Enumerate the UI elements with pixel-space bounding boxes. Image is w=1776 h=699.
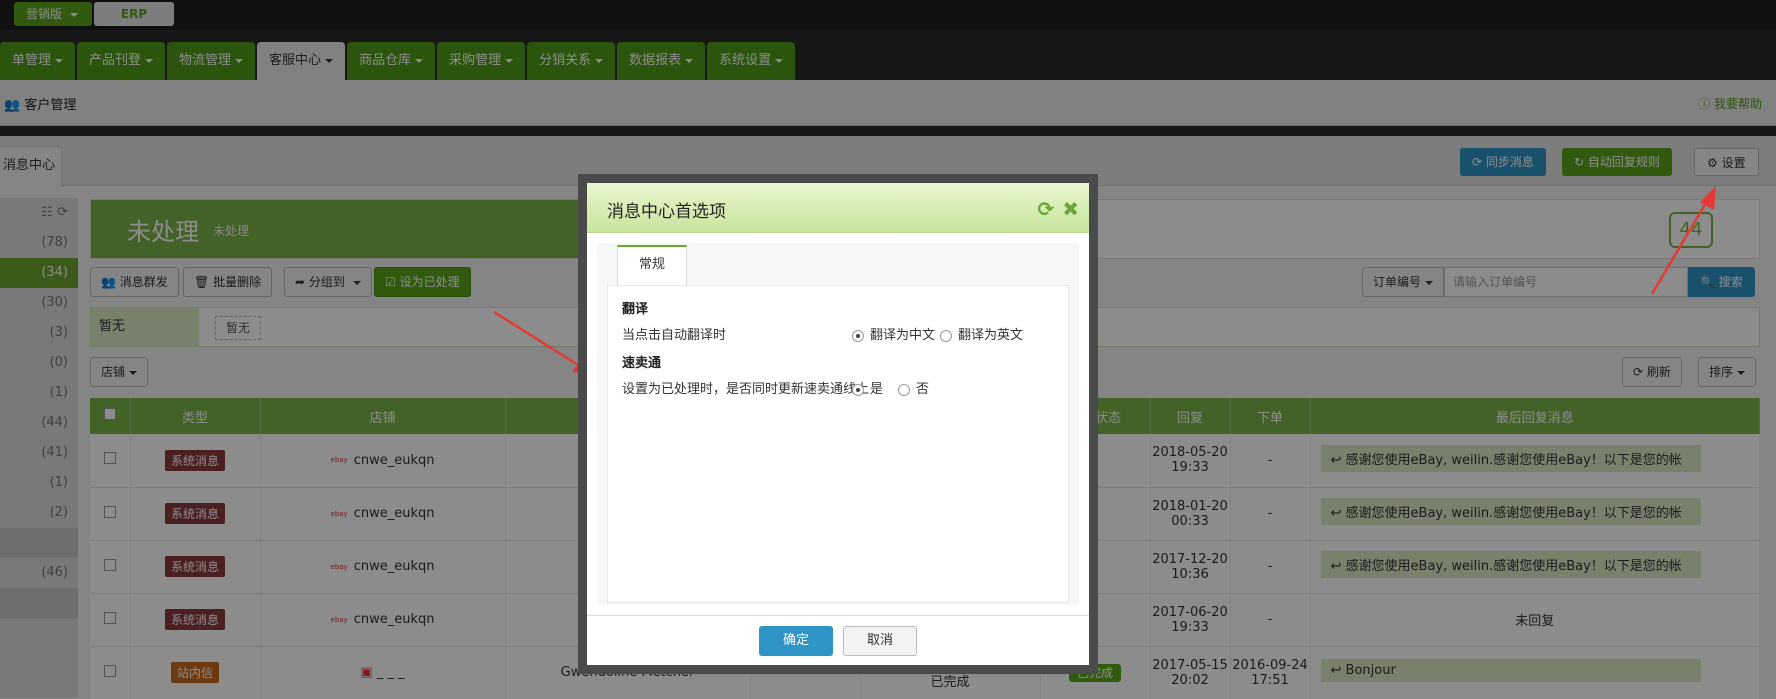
radio-yes[interactable] [852, 383, 864, 396]
dialog-controls: ⟳ ✖ [1029, 197, 1079, 221]
option-no[interactable]: 否 [898, 378, 929, 397]
dialog-body: 常规 翻译 当点击自动翻译时 翻译为中文 翻译为英文 速卖通 设置为已处理时，是… [597, 243, 1079, 605]
cancel-button[interactable]: 取消 [843, 626, 917, 656]
dialog-title: 消息中心首选项 [607, 202, 726, 222]
translate-label: 当点击自动翻译时 [622, 328, 727, 343]
general-panel: 翻译 当点击自动翻译时 翻译为中文 翻译为英文 速卖通 设置为已处理时，是否同时… [607, 285, 1069, 603]
preferences-dialog: 消息中心首选项 ⟳ ✖ 常规 翻译 当点击自动翻译时 翻译为中文 翻译为英文 速卖… [587, 183, 1089, 665]
radio-translate-en[interactable] [940, 329, 952, 342]
dialog-header: 消息中心首选项 ⟳ ✖ [587, 183, 1089, 233]
tab-general[interactable]: 常规 [617, 245, 687, 285]
dialog-footer: 确定 取消 [587, 615, 1089, 665]
radio-translate-cn[interactable] [852, 329, 864, 342]
section-translate: 翻译 [622, 302, 649, 317]
close-icon[interactable]: ✖ [1062, 197, 1079, 221]
option-translate-cn[interactable]: 翻译为中文 [852, 324, 935, 343]
refresh-icon[interactable]: ⟳ [1037, 197, 1054, 221]
option-yes[interactable]: 是 [852, 378, 883, 397]
section-smt: 速卖通 [622, 356, 662, 371]
smt-label: 设置为已处理时，是否同时更新速卖通线上 [622, 382, 870, 397]
radio-no[interactable] [898, 383, 910, 396]
option-translate-en[interactable]: 翻译为英文 [940, 324, 1023, 343]
confirm-button[interactable]: 确定 [759, 626, 833, 656]
